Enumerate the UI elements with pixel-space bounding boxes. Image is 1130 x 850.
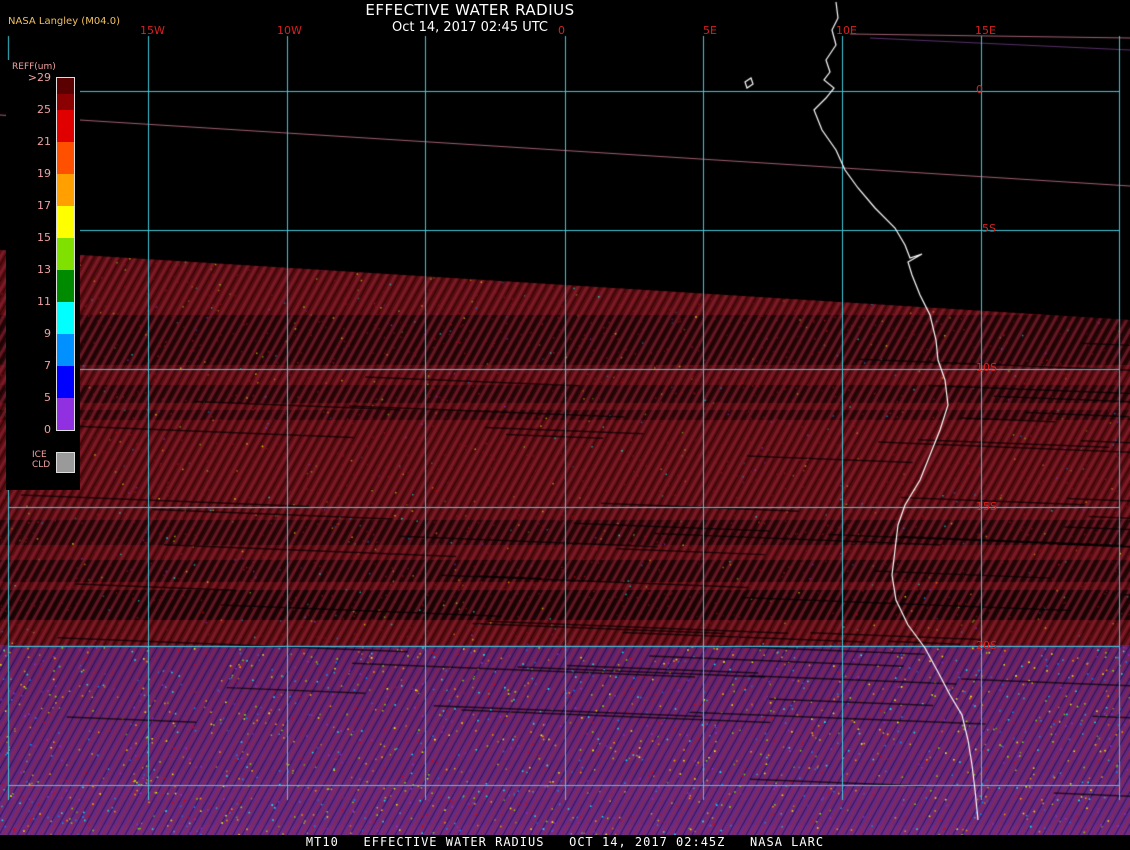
legend-tick: 13	[37, 263, 51, 276]
lat-label-20s: 20S	[976, 639, 997, 652]
footer-caption: MT10 EFFECTIVE WATER RADIUS OCT 14, 2017…	[0, 835, 1130, 850]
lon-label-0: 0	[558, 24, 565, 37]
legend-tick: 15	[37, 231, 51, 244]
lon-label-10w: 10W	[277, 24, 302, 37]
ice-label-line2: CLD	[32, 460, 51, 470]
legend-tick: 25	[37, 103, 51, 116]
ice-cloud-label: ICE CLD	[32, 450, 54, 470]
legend-tick: 11	[37, 295, 51, 308]
legend-tick: 17	[37, 199, 51, 212]
colorbar-legend: REFF(um) >29 25 21 19 17 15 13 11 9 7 5 …	[6, 60, 80, 490]
legend-tick: 0	[44, 423, 51, 436]
lon-label-15e: 15E	[975, 24, 996, 37]
ice-cloud-swatch	[56, 452, 75, 473]
legend-tick: 5	[44, 391, 51, 404]
lat-label-15s: 15S	[976, 500, 997, 513]
lat-label-5s: 5S	[982, 222, 996, 235]
legend-tick: 9	[44, 327, 51, 340]
lat-label-0: 0	[976, 83, 983, 96]
lon-label-10e: 10E	[836, 24, 857, 37]
ice-label-line1: ICE	[32, 450, 47, 460]
effective-radius-map	[0, 0, 1130, 850]
legend-tick: 19	[37, 167, 51, 180]
lat-label-10s: 10S	[976, 361, 997, 374]
lon-label-15w: 15W	[140, 24, 165, 37]
legend-tick: >29	[27, 71, 51, 84]
legend-tick: 21	[37, 135, 51, 148]
map-title: EFFECTIVE WATER RADIUS	[365, 1, 575, 19]
legend-frame	[56, 77, 75, 431]
lon-label-5e: 5E	[703, 24, 717, 37]
legend-tick: 7	[44, 359, 51, 372]
